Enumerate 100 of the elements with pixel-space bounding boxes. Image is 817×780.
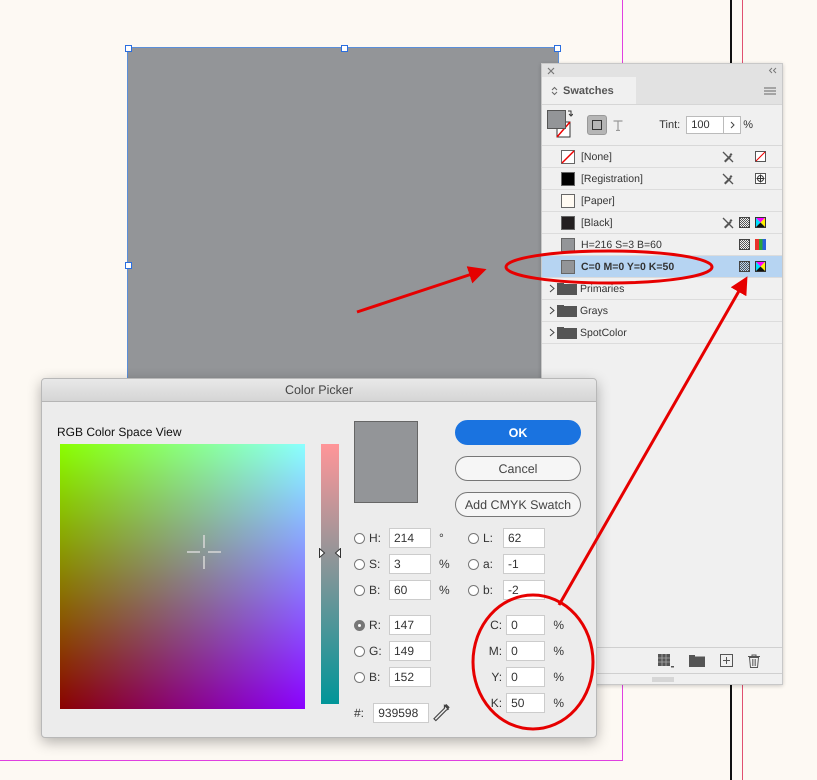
text-format-icon[interactable]: [613, 120, 623, 130]
value-field[interactable]: 0: [506, 615, 546, 635]
value-field[interactable]: 50: [506, 693, 546, 713]
field-label: Y:: [490, 670, 502, 684]
field-label: B:: [369, 670, 382, 684]
frame-handle[interactable]: [125, 262, 132, 269]
swatch-row[interactable]: [Registration]: [542, 168, 782, 190]
radio-button[interactable]: [354, 672, 365, 682]
radio-button[interactable]: [468, 558, 479, 570]
folder-icon: [557, 326, 577, 338]
unit-label: %: [553, 696, 564, 710]
unit-label: %: [553, 618, 564, 632]
ok-button[interactable]: OK: [455, 420, 581, 445]
close-icon[interactable]: [547, 66, 555, 74]
group-name: Primaries: [580, 282, 624, 294]
swatch-row[interactable]: [Paper]: [542, 190, 782, 212]
registration-icon: [754, 173, 766, 184]
formatting-container-button[interactable]: [587, 115, 607, 135]
disclosure-icon[interactable]: [549, 306, 555, 315]
radio-button[interactable]: [354, 532, 365, 544]
rgb-icon: [754, 239, 766, 250]
tint-field[interactable]: 100: [686, 116, 724, 134]
folder-icon: [557, 282, 577, 294]
radio-button[interactable]: [354, 558, 365, 570]
value-field[interactable]: 147: [389, 615, 431, 635]
folder-icon: [557, 304, 577, 316]
unit-label: %: [553, 644, 564, 658]
sort-icon: [551, 86, 558, 96]
swatch-row[interactable]: [None]: [542, 146, 782, 168]
swatch-name: H=216 S=3 B=60: [581, 238, 662, 250]
swatch-views-icon[interactable]: [658, 654, 674, 668]
unit-label: °: [439, 531, 444, 545]
value-field[interactable]: 214: [389, 528, 431, 548]
value-field[interactable]: 152: [389, 667, 431, 687]
value-field[interactable]: 149: [389, 641, 431, 661]
unit-label: %: [439, 583, 450, 597]
unit-label: %: [553, 670, 564, 684]
frame-handle[interactable]: [125, 45, 132, 52]
field-label: a:: [483, 557, 494, 571]
group-name: SpotColor: [580, 326, 627, 338]
field-label: L:: [483, 531, 494, 545]
field-label: R:: [369, 618, 382, 632]
eyedropper-icon[interactable]: [432, 703, 450, 723]
field-label: #:: [354, 706, 366, 720]
view-label: RGB Color Space View: [57, 425, 182, 439]
trash-icon[interactable]: [748, 654, 760, 668]
panel-title: Swatches: [563, 84, 614, 96]
frame-handle[interactable]: [341, 45, 348, 52]
field-label: G:: [369, 644, 383, 658]
slider-thumb[interactable]: [319, 548, 341, 558]
value-field[interactable]: 60: [389, 580, 431, 600]
value-field[interactable]: -1: [503, 554, 545, 574]
radio-button[interactable]: [354, 584, 365, 596]
value-field[interactable]: 0: [506, 667, 546, 687]
tint-button[interactable]: [723, 116, 742, 134]
hex-field[interactable]: 939598: [373, 703, 429, 723]
radio-button[interactable]: [354, 620, 365, 630]
fill-stroke-icon[interactable]: [547, 110, 573, 140]
field-label: M:: [488, 644, 502, 658]
swatch-name: [Black]: [581, 216, 613, 228]
swatch-group-row[interactable]: Grays: [542, 300, 782, 322]
swatch-row[interactable]: [Black]: [542, 212, 782, 234]
folder-icon[interactable]: [689, 654, 705, 666]
dialog-button[interactable]: Add CMYK Swatch: [455, 492, 581, 517]
new-swatch-icon[interactable]: [720, 654, 733, 667]
swatch-group-row[interactable]: Primaries: [542, 278, 782, 300]
swatch-name: [Paper]: [581, 194, 615, 206]
color-field[interactable]: [60, 444, 305, 709]
dialog-title: Color Picker: [284, 383, 354, 397]
radio-button[interactable]: [468, 532, 479, 544]
cmyk-icon: [754, 261, 766, 272]
disclosure-icon[interactable]: [549, 284, 555, 293]
value-field[interactable]: 3: [389, 554, 431, 574]
cmyk-icon: [754, 217, 766, 228]
chevron-icon: [730, 121, 735, 129]
swatch-name: [Registration]: [581, 172, 643, 184]
collapse-icon[interactable]: [768, 67, 777, 74]
value-field[interactable]: 62: [503, 528, 545, 548]
unit-label: %: [439, 557, 450, 571]
frame-handle[interactable]: [554, 45, 561, 52]
swatch-name: [None]: [581, 150, 612, 162]
group-name: Grays: [580, 304, 608, 316]
color-slider[interactable]: [321, 444, 339, 704]
panel-tab[interactable]: Swatches: [542, 77, 636, 104]
radio-button[interactable]: [468, 584, 479, 596]
resize-grip-icon[interactable]: [652, 676, 674, 682]
swatch-name: C=0 M=0 Y=0 K=50: [581, 260, 674, 272]
swatch-row[interactable]: C=0 M=0 Y=0 K=50: [542, 256, 782, 278]
menu-icon[interactable]: [764, 86, 776, 94]
tint-unit: %: [743, 119, 753, 131]
disclosure-icon[interactable]: [549, 328, 555, 337]
radio-button[interactable]: [354, 646, 365, 656]
dialog-button[interactable]: Cancel: [455, 456, 581, 481]
field-label: C:: [489, 618, 502, 632]
field-label: B:: [369, 583, 382, 597]
field-label: b:: [483, 583, 494, 597]
swatch-group-row[interactable]: SpotColor: [542, 322, 782, 344]
swatch-chip: [561, 150, 575, 164]
value-field[interactable]: 0: [506, 641, 546, 661]
tint-label: Tint:: [659, 119, 680, 131]
